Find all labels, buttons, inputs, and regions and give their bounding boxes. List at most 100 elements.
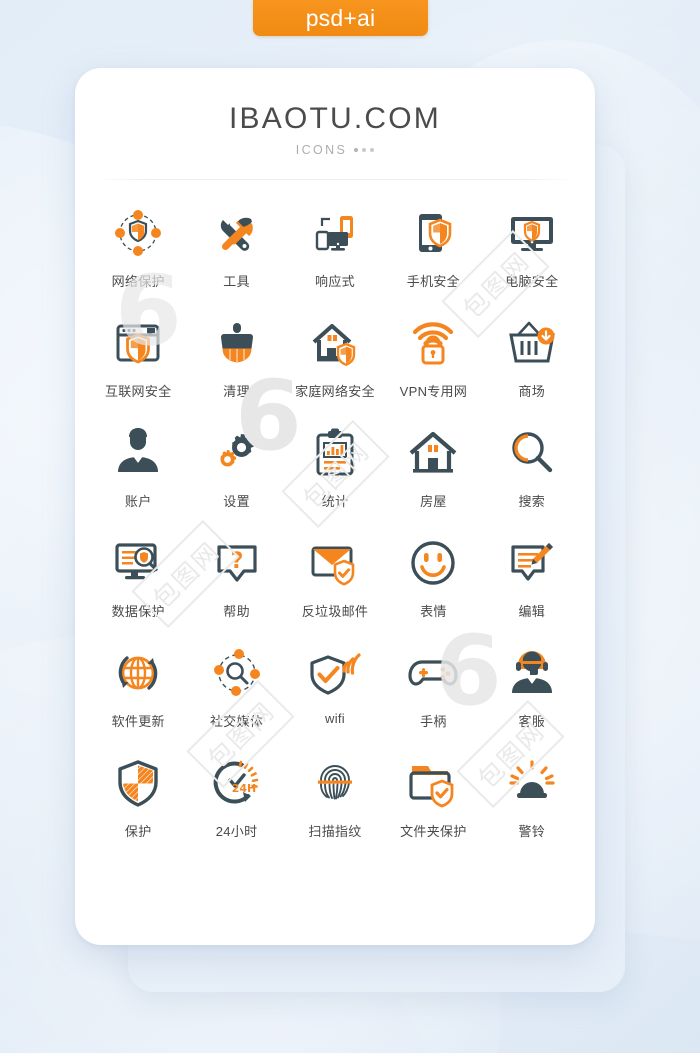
clean-icon xyxy=(205,312,269,374)
icon-grid: 网络保护 工具 响应式 手机安全 电脑安全 互联网安全 清理 家庭网络安全 VP… xyxy=(75,202,595,840)
icon-label: 保护 xyxy=(124,824,152,839)
icon-cell-network-protection[interactable]: 网络保护 xyxy=(89,202,187,290)
card-header: IBAOTU.COM ICONS xyxy=(75,68,595,157)
icon-cell-help[interactable]: ? 帮助 xyxy=(187,532,285,620)
customer-service-icon xyxy=(500,642,564,704)
settings-icon xyxy=(205,422,269,484)
icon-cell-alarm-bell[interactable]: 警铃 xyxy=(483,752,581,840)
page-title: IBAOTU.COM xyxy=(228,102,441,135)
network-protection-icon xyxy=(106,202,170,264)
icon-label: 手柄 xyxy=(420,714,447,729)
home-network-security-icon xyxy=(303,312,367,374)
page-subtitle: ICONS xyxy=(295,143,348,157)
icon-label: wifi xyxy=(325,711,345,726)
folder-protection-icon xyxy=(401,752,465,814)
account-icon xyxy=(106,422,170,484)
icon-label: 手机安全 xyxy=(406,274,460,289)
icon-cell-search[interactable]: 搜索 xyxy=(483,422,581,510)
icon-label: 24小时 xyxy=(215,824,258,839)
icon-cell-home-network-security[interactable]: 家庭网络安全 xyxy=(286,312,384,400)
icon-label: VPN专用网 xyxy=(399,384,468,399)
dots-decoration xyxy=(354,148,375,152)
anti-spam-icon xyxy=(303,532,367,594)
icon-label: 编辑 xyxy=(518,604,546,619)
computer-security-icon xyxy=(500,202,564,264)
icon-set-card: IBAOTU.COM ICONS 6 包图网 6 包图网 包图网 包图网 6 包… xyxy=(75,68,595,945)
icon-cell-data-protection[interactable]: 数据保护 xyxy=(89,532,187,620)
icon-label: 文件夹保护 xyxy=(400,824,467,839)
icon-cell-wifi[interactable]: wifi xyxy=(286,642,384,730)
software-update-icon xyxy=(106,642,170,704)
icon-label: 客服 xyxy=(518,714,546,729)
alarm-bell-icon xyxy=(500,752,564,814)
24-hours-icon: 24H xyxy=(205,752,269,814)
icon-label: 表情 xyxy=(420,604,447,619)
icon-cell-statistics[interactable]: 统计 xyxy=(286,422,384,510)
data-protection-icon xyxy=(106,532,170,594)
subtitle-row: ICONS xyxy=(75,143,595,157)
icon-label: 房屋 xyxy=(420,494,447,509)
icon-cell-house[interactable]: 房屋 xyxy=(384,422,482,510)
tools-icon xyxy=(205,202,269,264)
icon-cell-mobile-security[interactable]: 手机安全 xyxy=(384,202,482,290)
icon-cell-folder-protection[interactable]: 文件夹保护 xyxy=(384,752,482,840)
icon-label: 软件更新 xyxy=(111,714,165,729)
social-media-icon xyxy=(205,642,269,704)
responsive-icon xyxy=(303,202,367,264)
icon-label: 数据保护 xyxy=(111,604,165,619)
icon-label: 网络保护 xyxy=(111,274,165,289)
icon-label: 警铃 xyxy=(518,824,546,839)
icon-label: 搜索 xyxy=(518,494,546,509)
icon-label: 统计 xyxy=(321,494,349,509)
icon-label: 电脑安全 xyxy=(505,274,559,289)
wifi-shield-icon xyxy=(303,642,367,704)
house-icon xyxy=(401,422,465,484)
icon-cell-internet-security[interactable]: 互联网安全 xyxy=(89,312,187,400)
icon-cell-emoji[interactable]: 表情 xyxy=(384,532,482,620)
vpn-icon xyxy=(401,312,465,374)
icon-label: 工具 xyxy=(223,274,250,289)
psd-ai-tag: psd+ai xyxy=(253,0,428,36)
icon-cell-settings[interactable]: 设置 xyxy=(187,422,285,510)
gamepad-icon xyxy=(401,642,465,704)
shield-protection-icon xyxy=(106,752,170,814)
icon-label: 扫描指纹 xyxy=(308,824,362,839)
icon-cell-24-hours[interactable]: 24H 24小时 xyxy=(187,752,285,840)
icon-cell-anti-spam[interactable]: 反垃圾邮件 xyxy=(286,532,384,620)
icon-cell-protection[interactable]: 保护 xyxy=(89,752,187,840)
icon-label: 响应式 xyxy=(315,274,355,289)
svg-text:24H: 24H xyxy=(231,782,256,795)
icon-cell-gamepad[interactable]: 手柄 xyxy=(384,642,482,730)
icon-label: 帮助 xyxy=(223,604,250,619)
edit-icon xyxy=(500,532,564,594)
icon-label: 反垃圾邮件 xyxy=(301,604,369,619)
search-icon xyxy=(500,422,564,484)
icon-cell-shopping[interactable]: 商场 xyxy=(483,312,581,400)
icon-cell-tools[interactable]: 工具 xyxy=(187,202,285,290)
icon-cell-clean[interactable]: 清理 xyxy=(187,312,285,400)
icon-cell-customer-service[interactable]: 客服 xyxy=(483,642,581,730)
fingerprint-scan-icon xyxy=(303,752,367,814)
icon-cell-vpn[interactable]: VPN专用网 xyxy=(384,312,482,400)
icon-label: 互联网安全 xyxy=(104,384,172,399)
emoji-icon xyxy=(401,532,465,594)
help-icon: ? xyxy=(205,532,269,594)
icon-cell-social-media[interactable]: 社交媒体 xyxy=(187,642,285,730)
statistics-icon xyxy=(303,422,367,484)
header-divider xyxy=(93,179,577,180)
icon-cell-computer-security[interactable]: 电脑安全 xyxy=(483,202,581,290)
icon-cell-fingerprint-scan[interactable]: 扫描指纹 xyxy=(286,752,384,840)
icon-cell-account[interactable]: 账户 xyxy=(89,422,187,510)
icon-label: 社交媒体 xyxy=(209,714,264,729)
internet-security-icon xyxy=(106,312,170,374)
icon-cell-edit[interactable]: 编辑 xyxy=(483,532,581,620)
svg-text:?: ? xyxy=(230,549,243,574)
icon-label: 家庭网络安全 xyxy=(295,384,375,399)
icon-cell-responsive[interactable]: 响应式 xyxy=(286,202,384,290)
shopping-basket-icon xyxy=(500,312,564,374)
icon-cell-software-update[interactable]: 软件更新 xyxy=(89,642,187,730)
icon-label: 商场 xyxy=(518,384,546,399)
icon-label: 清理 xyxy=(223,384,250,399)
mobile-security-icon xyxy=(401,202,465,264)
icon-label: 账户 xyxy=(124,494,152,509)
